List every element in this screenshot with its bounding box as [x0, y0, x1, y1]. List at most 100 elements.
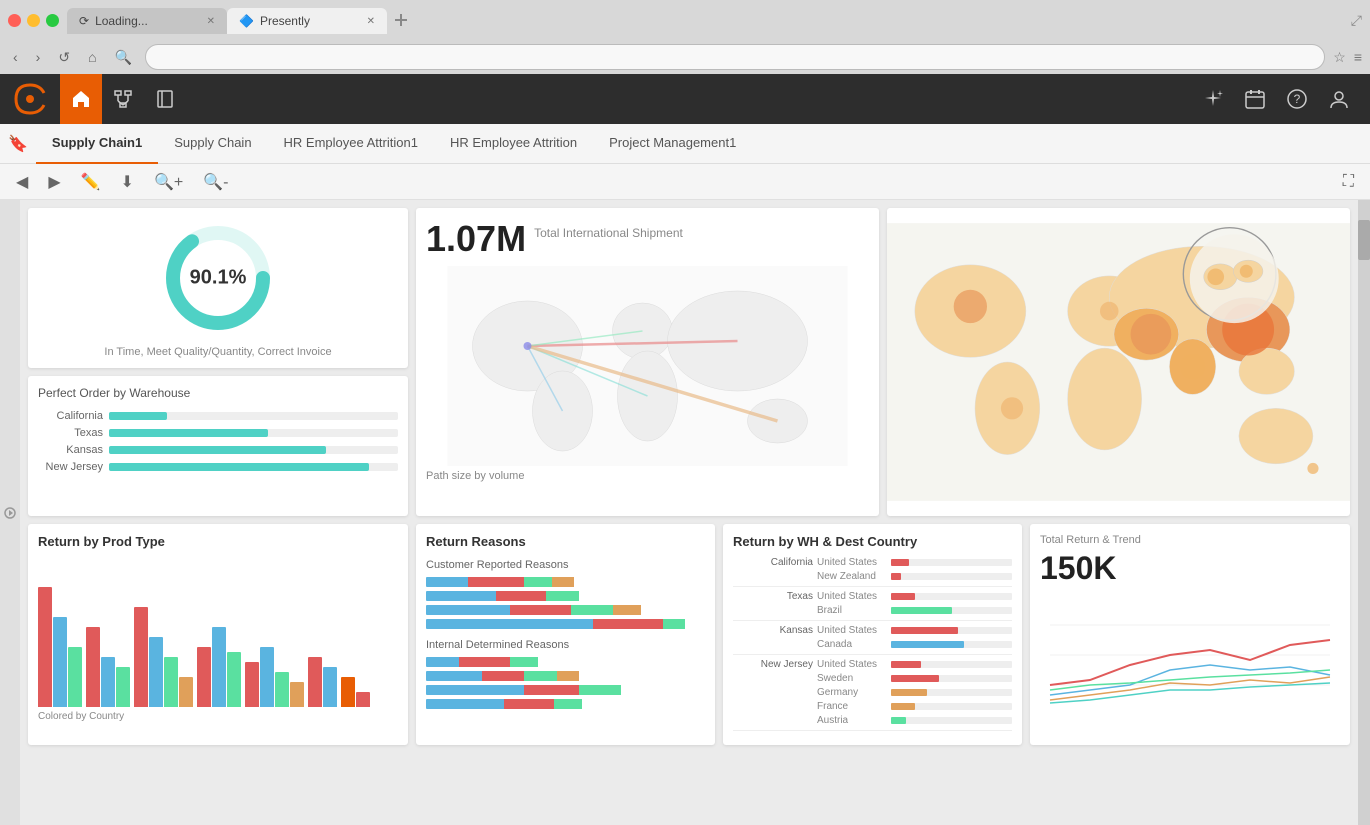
tab-project-mgmt1[interactable]: Project Management1 — [593, 124, 752, 164]
stacked-bar-seg — [552, 577, 574, 587]
reload-button[interactable]: ↺ — [53, 47, 75, 68]
wh-country-label: United States — [817, 557, 887, 568]
wh-bar-track — [891, 703, 1012, 710]
wh-row: Canada — [733, 639, 1012, 650]
presently-favicon: 🔷 — [239, 14, 254, 28]
title-bar: ⟳ Loading... ✕ 🔷 Presently ✕ ⤢ — [0, 0, 1370, 40]
stacked-bar-seg — [613, 605, 641, 615]
close-traffic-light[interactable] — [8, 14, 21, 27]
stacked-bar-seg — [510, 605, 571, 615]
next-button[interactable]: ▶ — [42, 170, 66, 194]
browser-tabs: ⟳ Loading... ✕ 🔷 Presently ✕ — [67, 6, 1343, 34]
bar-row: Kansas — [38, 444, 398, 456]
right-scrollbar[interactable] — [1358, 200, 1370, 825]
zoom-out-button[interactable]: 🔍- — [197, 170, 234, 194]
sparkle-button[interactable] — [1194, 80, 1232, 118]
path-label: Path size by volume — [426, 470, 869, 482]
wh-divider — [733, 654, 1012, 655]
return-reasons-widget: Return Reasons Customer Reported Reasons… — [416, 524, 715, 745]
geo-widget — [887, 208, 1350, 516]
bar-group — [134, 607, 193, 707]
return-prod-widget: Return by Prod Type Colored by Country — [28, 524, 408, 745]
bar-segment — [341, 677, 355, 707]
bar-group — [245, 647, 304, 707]
nav-right-icons: ? — [1194, 80, 1358, 118]
stacked-bar-seg — [579, 685, 621, 695]
presently-tab-close[interactable]: ✕ — [367, 16, 375, 27]
address-input[interactable] — [145, 44, 1325, 70]
stacked-bar-seg — [496, 591, 546, 601]
bar-segment — [260, 647, 274, 707]
calendar-button[interactable] — [1236, 80, 1274, 118]
expand-icon[interactable]: ⤢ — [1351, 12, 1362, 29]
nav-book-button[interactable] — [144, 74, 186, 124]
user-button[interactable] — [1320, 80, 1358, 118]
bar-row: New Jersey — [38, 461, 398, 473]
search-button[interactable]: 🔍 — [110, 47, 137, 68]
stacked-bar-seg — [571, 605, 613, 615]
wh-bar-track — [891, 641, 1012, 648]
more-icon[interactable]: ≡ — [1354, 49, 1362, 65]
bookmark-icon[interactable]: ☆ — [1333, 49, 1346, 66]
prev-button[interactable]: ◀ — [10, 170, 34, 194]
bar-label: Texas — [38, 427, 103, 439]
back-button[interactable]: ‹ — [8, 47, 23, 67]
stacked-bar-seg — [426, 671, 482, 681]
wh-divider — [733, 620, 1012, 621]
bar-segment — [86, 627, 100, 707]
bar-label: New Jersey — [38, 461, 103, 473]
bar-row: California — [38, 410, 398, 422]
wh-sections: California United States New Zealand Tex… — [733, 557, 1012, 731]
nav-home-button[interactable] — [60, 74, 102, 124]
minimize-traffic-light[interactable] — [27, 14, 40, 27]
wh-country-label: Canada — [817, 639, 887, 650]
stacked-bar-row — [426, 699, 705, 709]
bar-label: Kansas — [38, 444, 103, 456]
download-button[interactable]: ⬇ — [115, 170, 140, 194]
bar-segment — [68, 647, 82, 707]
help-button[interactable]: ? — [1278, 80, 1316, 118]
bar-track — [109, 463, 398, 471]
loading-tab-close[interactable]: ✕ — [207, 16, 215, 27]
home-button[interactable]: ⌂ — [83, 47, 101, 67]
warehouse-bar-widget: Perfect Order by Warehouse California Te… — [28, 376, 408, 516]
wh-bar-track — [891, 573, 1012, 580]
prod-bar-chart — [38, 557, 398, 707]
tab-supply-chain1[interactable]: Supply Chain1 — [36, 124, 158, 164]
bar-group — [308, 657, 337, 707]
fullscreen-traffic-light[interactable] — [46, 14, 59, 27]
bar-group — [197, 627, 241, 707]
stacked-bar-seg — [524, 685, 580, 695]
bar-group — [38, 587, 82, 707]
browser-tab-loading[interactable]: ⟳ Loading... ✕ — [67, 8, 227, 34]
bar-segment — [53, 617, 67, 707]
zoom-in-button[interactable]: 🔍+ — [148, 170, 189, 194]
wh-warehouse-label: Texas — [733, 591, 813, 602]
content-area: 90.1% In Time, Meet Quality/Quantity, Co… — [20, 200, 1358, 825]
wh-row: Germany — [733, 687, 1012, 698]
stacked-bar-seg — [426, 685, 524, 695]
stacked-bar-seg — [426, 577, 468, 587]
edit-button[interactable]: ✏️ — [75, 170, 107, 194]
wh-row: New Jersey United States — [733, 659, 1012, 670]
bar-segment — [197, 647, 211, 707]
forward-button[interactable]: › — [31, 47, 46, 67]
tab-supply-chain[interactable]: Supply Chain — [158, 124, 267, 164]
nav-diagram-button[interactable] — [102, 74, 144, 124]
fullscreen-button[interactable]: ⛶ — [1337, 171, 1360, 193]
main-content: 90.1% In Time, Meet Quality/Quantity, Co… — [0, 200, 1370, 825]
bar-segment — [245, 662, 259, 707]
browser-tab-presently[interactable]: 🔷 Presently ✕ — [227, 8, 387, 34]
wh-bar-fill — [891, 641, 964, 648]
sidebar-toggle[interactable] — [0, 200, 20, 825]
world-map-svg — [426, 266, 869, 466]
tab-hr-attrition[interactable]: HR Employee Attrition — [434, 124, 593, 164]
bar-segment — [149, 637, 163, 707]
scrollbar-thumb[interactable] — [1358, 220, 1370, 260]
wh-row: Sweden — [733, 673, 1012, 684]
tab-hr-attrition1[interactable]: HR Employee Attrition1 — [268, 124, 434, 164]
reasons-title: Return Reasons — [426, 534, 705, 549]
bar-fill — [109, 412, 167, 420]
stacked-bar-seg — [426, 619, 593, 629]
new-tab-button[interactable] — [387, 6, 415, 34]
